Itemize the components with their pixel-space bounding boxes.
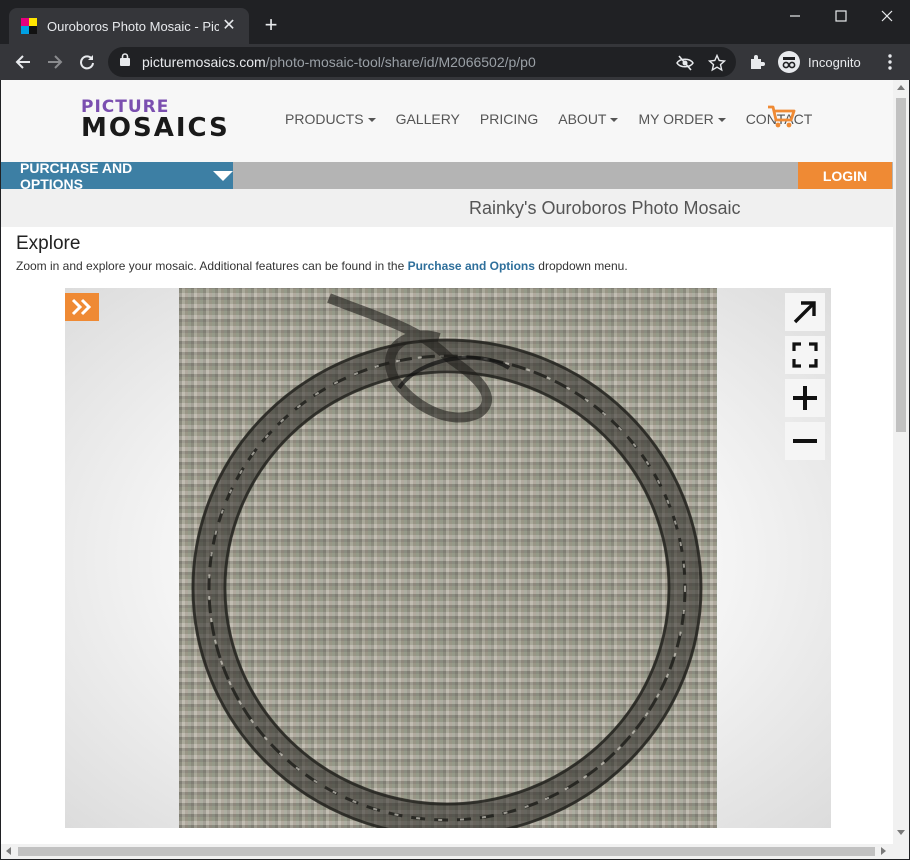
scroll-down-icon[interactable] — [897, 830, 905, 835]
scroll-right-icon[interactable] — [881, 847, 886, 855]
nav-gallery[interactable]: GALLERY — [396, 111, 460, 127]
purchase-bar: PURCHASE AND OPTIONS LOGIN — [1, 159, 893, 192]
browser-tab[interactable]: Ouroboros Photo Mosaic - Picture Mosaics… — [9, 8, 249, 44]
tab-close-icon[interactable]: ✕ — [219, 16, 239, 36]
cart-icon[interactable] — [767, 105, 797, 134]
page-viewport: PICTURE MOSAICS PRODUCTS GALLERY PRICING… — [1, 80, 893, 844]
open-full-view-button[interactable] — [785, 293, 825, 331]
scroll-left-icon[interactable] — [6, 847, 11, 855]
purchase-options-link[interactable]: Purchase and Options — [408, 259, 535, 273]
incognito-indicator[interactable]: Incognito — [778, 49, 861, 75]
logo-mosaics-text: MOSAICS — [81, 113, 230, 143]
chevron-down-icon — [610, 118, 619, 123]
site-header: PICTURE MOSAICS PRODUCTS GALLERY PRICING… — [1, 80, 893, 162]
nav-about[interactable]: ABOUT — [558, 111, 619, 127]
nav-pricing[interactable]: PRICING — [480, 111, 538, 127]
mosaic-title: Rainky's Ouroboros Photo Mosaic — [469, 198, 741, 218]
browser-toolbar: picturemosaics.com/photo-mosaic-tool/sha… — [0, 44, 910, 80]
explore-description: Zoom in and explore your mosaic. Additio… — [16, 259, 628, 273]
nav-products[interactable]: PRODUCTS — [285, 111, 376, 127]
forward-icon[interactable] — [41, 48, 69, 76]
tab-title: Ouroboros Photo Mosaic - Picture Mosaics — [47, 18, 219, 34]
horizontal-scroll-thumb[interactable] — [18, 847, 875, 856]
scroll-up-icon[interactable] — [897, 85, 905, 90]
new-tab-icon[interactable]: + — [258, 12, 284, 38]
zoom-out-button[interactable] — [785, 422, 825, 460]
chevron-down-icon — [717, 118, 726, 123]
maximize-icon[interactable] — [818, 0, 864, 32]
minus-icon — [793, 439, 817, 443]
incognito-icon — [778, 51, 800, 73]
main-nav: PRODUCTS GALLERY PRICING ABOUT MY ORDER … — [285, 111, 832, 127]
purchase-options-button[interactable]: PURCHASE AND OPTIONS — [1, 159, 233, 192]
mosaic-title-bar: Rainky's Ouroboros Photo Mosaic — [1, 189, 893, 227]
bookmark-star-icon[interactable] — [707, 53, 727, 72]
reload-icon[interactable] — [73, 48, 101, 76]
address-bar[interactable]: picturemosaics.com/photo-mosaic-tool/sha… — [108, 47, 736, 77]
fullscreen-icon — [792, 342, 818, 368]
vertical-scroll-thumb[interactable] — [896, 98, 906, 432]
site-favicon-icon — [21, 18, 37, 34]
arrow-up-right-icon — [793, 301, 816, 324]
eye-off-icon[interactable] — [676, 54, 694, 72]
site-logo[interactable]: PICTURE MOSAICS — [81, 97, 230, 141]
plus-icon — [793, 386, 817, 410]
zoom-in-button[interactable] — [785, 379, 825, 417]
incognito-label: Incognito — [808, 54, 861, 70]
purchase-options-label: PURCHASE AND OPTIONS — [20, 159, 133, 192]
mosaic-image[interactable] — [179, 288, 717, 828]
caret-down-icon — [213, 170, 233, 181]
tab-strip: Ouroboros Photo Mosaic - Picture Mosaics… — [0, 0, 910, 44]
minimize-icon[interactable] — [772, 0, 818, 32]
url-text: picturemosaics.com/photo-mosaic-tool/sha… — [142, 54, 536, 70]
horizontal-scrollbar[interactable] — [1, 844, 909, 859]
vertical-scrollbar[interactable] — [893, 80, 909, 844]
explore-section: Explore Zoom in and explore your mosaic.… — [1, 227, 893, 844]
expand-panel-button[interactable] — [65, 293, 99, 321]
extensions-icon[interactable] — [743, 48, 771, 76]
nav-my-order[interactable]: MY ORDER — [638, 111, 726, 127]
login-button[interactable]: LOGIN — [798, 162, 892, 189]
fullscreen-button[interactable] — [785, 336, 825, 374]
lock-icon — [120, 53, 130, 71]
back-icon[interactable] — [9, 48, 37, 76]
window-close-icon[interactable] — [864, 0, 910, 32]
double-chevron-right-icon — [71, 298, 92, 316]
browser-menu-icon[interactable] — [876, 48, 904, 76]
chevron-down-icon — [367, 118, 376, 123]
explore-heading: Explore — [16, 233, 81, 254]
mosaic-viewer[interactable] — [65, 288, 831, 828]
